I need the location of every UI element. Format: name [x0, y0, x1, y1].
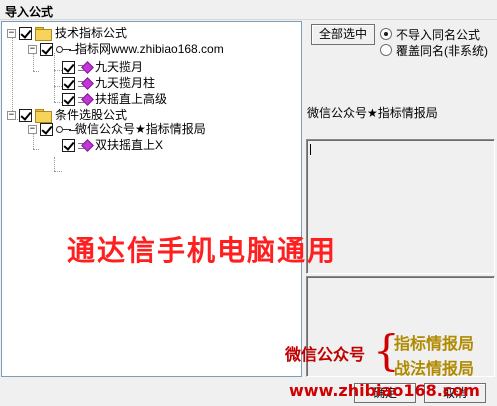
tree-node-formula[interactable]: 九天揽月 — [62, 59, 143, 75]
tree-node-label: 微信公众号★指标情报局 — [75, 122, 206, 136]
key-icon — [56, 44, 72, 54]
checkbox[interactable] — [40, 42, 53, 56]
checkbox[interactable] — [62, 76, 75, 90]
tree-node-label: 九天揽月 — [95, 60, 144, 74]
radio-button[interactable] — [380, 44, 392, 56]
tree-node-wechat-account[interactable]: − 微信公众号★指标情报局 — [28, 121, 206, 137]
radio-label: 覆盖同名(非系统) — [396, 43, 488, 58]
collapse-icon[interactable]: − — [28, 44, 37, 54]
collapse-icon[interactable]: − — [28, 124, 37, 134]
tree-node-label: 九天揽月柱 — [95, 76, 156, 90]
radio-label: 不导入同名公式 — [396, 27, 481, 42]
window-title: 导入公式 — [5, 5, 54, 19]
radio-skip-duplicates[interactable]: 不导入同名公式 — [380, 27, 481, 42]
checkbox[interactable] — [62, 60, 75, 74]
radio-overwrite-duplicates[interactable]: 覆盖同名(非系统) — [380, 43, 488, 58]
checkbox[interactable] — [62, 138, 75, 152]
select-all-button[interactable]: 全部选中 — [311, 24, 375, 45]
formula-icon — [78, 93, 92, 105]
formula-icon — [78, 61, 92, 73]
text-caret — [310, 144, 311, 155]
watermark-main-text: 通达信手机电脑通用 — [67, 234, 338, 267]
key-icon — [56, 124, 72, 134]
formula-icon — [78, 77, 92, 89]
tree-node-label: 扶摇直上高级 — [95, 92, 168, 106]
watermark-line2: 战法情报局 — [394, 359, 475, 378]
tree-node-label: 技术指标公式 — [55, 26, 128, 40]
tree-node-label: 指标网www.zhibiao168.com — [75, 42, 224, 56]
watermark-line1: 指标情报局 — [394, 334, 475, 353]
collapse-icon[interactable]: − — [7, 110, 16, 120]
title-bar[interactable]: 导入公式 — [0, 0, 497, 20]
formula-tree[interactable]: − 技术指标公式 − 指标网www.zhibiao168.com 九天揽月 九天… — [1, 21, 302, 377]
checkbox[interactable] — [19, 108, 32, 122]
tree-node-formula[interactable]: 九天揽月柱 — [62, 75, 155, 91]
folder-icon — [35, 27, 52, 41]
folder-icon — [35, 109, 52, 123]
tree-node-zhibiao-site[interactable]: − 指标网www.zhibiao168.com — [28, 41, 224, 57]
collapse-icon[interactable]: − — [7, 28, 16, 38]
checkbox[interactable] — [40, 122, 53, 136]
radio-button[interactable] — [380, 28, 392, 40]
tree-node-label: 双扶摇直上X — [95, 138, 164, 152]
formula-icon — [78, 139, 92, 151]
checkbox[interactable] — [62, 92, 75, 106]
checkbox[interactable] — [19, 26, 32, 40]
watermark-url: www.zhibiao168.com — [289, 381, 480, 400]
tree-node-formula[interactable]: 双扶摇直上X — [62, 137, 163, 153]
tree-node-tech-indicators[interactable]: − 技术指标公式 — [7, 25, 127, 41]
tree-node-formula[interactable]: 扶摇直上高级 — [62, 91, 167, 107]
selected-item-name: 微信公众号★指标情报局 — [307, 106, 438, 120]
watermark-wechat-label: 微信公众号 — [285, 345, 366, 364]
